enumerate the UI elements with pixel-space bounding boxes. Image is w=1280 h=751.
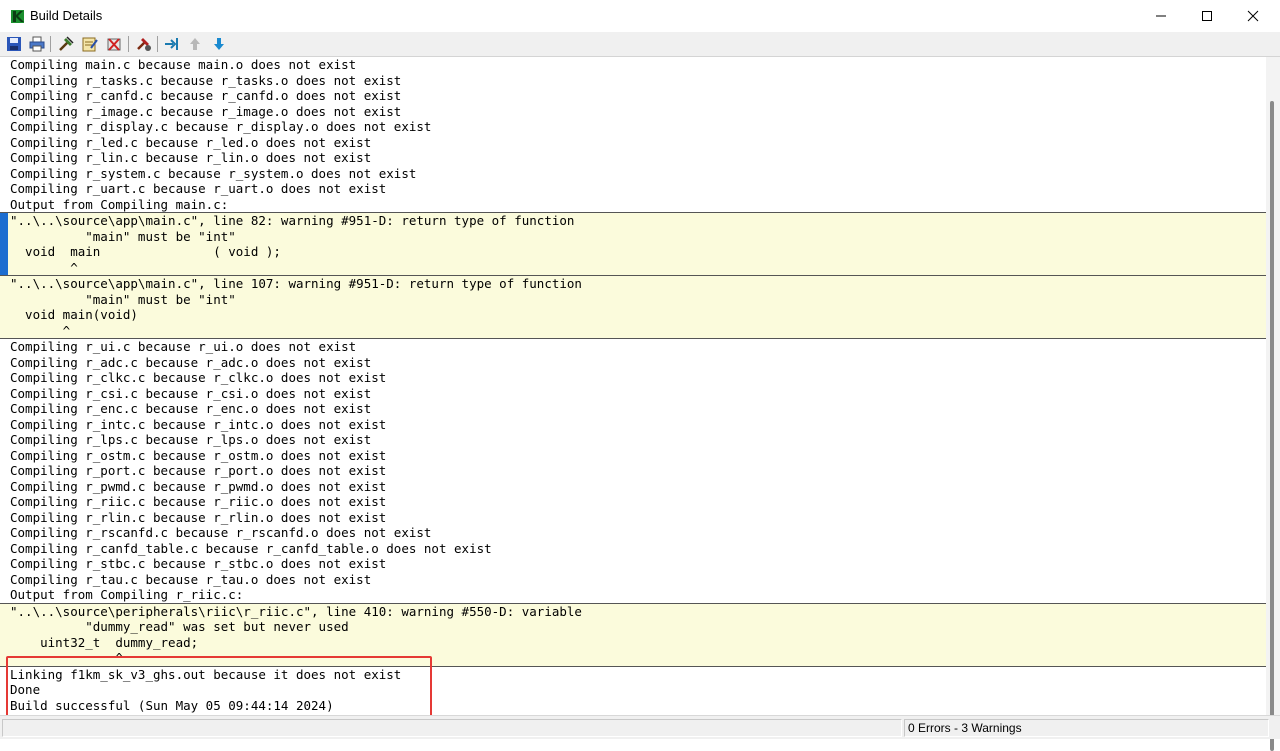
warning-line: "..\..\source\app\main.c", line 82: warn…: [10, 213, 575, 228]
log-line[interactable]: Compiling r_stbc.c because r_stbc.o does…: [0, 556, 1266, 572]
log-line[interactable]: Output from Compiling main.c:: [0, 197, 1266, 213]
warning-line: "..\..\source\app\main.c", line 107: war…: [10, 276, 582, 291]
log-line[interactable]: Compiling r_led.c because r_led.o does n…: [0, 135, 1266, 151]
log-line[interactable]: Compiling r_riic.c because r_riic.o does…: [0, 494, 1266, 510]
build-output[interactable]: Compiling main.c because main.o does not…: [0, 57, 1266, 715]
window-title: Build Details: [30, 8, 103, 23]
clean-button[interactable]: [104, 34, 124, 54]
maximize-button[interactable]: [1184, 0, 1230, 32]
log-group: Compiling main.c because main.o does not…: [0, 57, 1266, 212]
log-line[interactable]: Compiling r_port.c because r_port.o does…: [0, 463, 1266, 479]
print-icon: [29, 36, 45, 52]
goto-icon: [165, 38, 178, 50]
edit-icon: [82, 37, 98, 52]
title-bar: Build Details: [0, 0, 1280, 32]
app-logo-icon: [11, 10, 24, 23]
toolbar: [0, 32, 1280, 57]
close-button[interactable]: [1230, 0, 1276, 32]
status-pane: [2, 719, 902, 737]
log-line[interactable]: Compiling r_intc.c because r_intc.o does…: [0, 417, 1266, 433]
minimize-button[interactable]: [1138, 0, 1184, 32]
warning-block[interactable]: "..\..\source\app\main.c", line 107: war…: [0, 276, 1266, 339]
log-line[interactable]: Compiling r_rlin.c because r_rlin.o does…: [0, 510, 1266, 526]
print-button[interactable]: [27, 34, 47, 54]
warning-line: "main" must be "int": [10, 228, 236, 244]
log-group: Compiling r_ui.c because r_ui.o does not…: [0, 339, 1266, 603]
log-line[interactable]: Compiling r_lin.c because r_lin.o does n…: [0, 150, 1266, 166]
log-line[interactable]: Compiling r_canfd.c because r_canfd.o do…: [0, 88, 1266, 104]
warning-line: void main ( void );: [10, 244, 281, 259]
log-line[interactable]: Compiling r_tasks.c because r_tasks.o do…: [0, 73, 1266, 89]
save-button[interactable]: [4, 34, 24, 54]
warning-line: "..\..\source\peripherals\riic\r_riic.c"…: [10, 603, 582, 619]
log-line[interactable]: Compiling r_uart.c because r_uart.o does…: [0, 181, 1266, 197]
log-line[interactable]: Compiling r_adc.c because r_adc.o does n…: [0, 355, 1266, 371]
save-icon: [7, 37, 21, 51]
warning-line: ^: [10, 259, 78, 275]
log-line[interactable]: Compiling r_tau.c because r_tau.o does n…: [0, 572, 1266, 588]
warning-line: "dummy_read" was set but never used: [10, 619, 349, 634]
status-summary: 0 Errors - 3 Warnings: [904, 719, 1269, 737]
next-error-icon: [214, 38, 224, 50]
toolbar-separator: [50, 36, 51, 52]
toolbar-separator: [128, 36, 129, 52]
log-line[interactable]: Compiling r_canfd_table.c because r_canf…: [0, 541, 1266, 557]
edit-button[interactable]: [80, 34, 100, 54]
minimize-icon: [1156, 15, 1166, 17]
log-line[interactable]: Compiling r_clkc.c because r_clkc.o does…: [0, 370, 1266, 386]
build-icon: [59, 36, 74, 51]
scrollbar-thumb[interactable]: [1270, 101, 1274, 751]
log-line[interactable]: Compiling r_pwmd.c because r_pwmd.o does…: [0, 479, 1266, 495]
log-line[interactable]: Compiling r_lps.c because r_lps.o does n…: [0, 432, 1266, 448]
build-button[interactable]: [56, 34, 76, 54]
log-line[interactable]: Compiling r_csi.c because r_csi.o does n…: [0, 386, 1266, 402]
warning-block-selected[interactable]: "..\..\source\app\main.c", line 82: warn…: [0, 212, 1266, 276]
prev-error-button[interactable]: [185, 34, 205, 54]
prev-error-icon: [190, 38, 200, 50]
close-icon: [1247, 10, 1259, 22]
log-line[interactable]: Compiling r_ui.c because r_ui.o does not…: [0, 339, 1266, 355]
settings-icon: [137, 38, 151, 51]
log-line[interactable]: Compiling main.c because main.o does not…: [0, 57, 1266, 73]
toolbar-separator: [157, 36, 158, 52]
log-line[interactable]: Compiling r_ostm.c because r_ostm.o does…: [0, 448, 1266, 464]
warning-line: ^: [10, 322, 71, 338]
warning-line: uint32_t dummy_read;: [10, 634, 199, 650]
clean-icon: [107, 38, 121, 51]
settings-button[interactable]: [134, 34, 154, 54]
warning-line: "main" must be "int": [10, 291, 236, 307]
vertical-scrollbar[interactable]: [1266, 57, 1280, 751]
warning-line: void main(void): [10, 307, 138, 322]
status-bar: 0 Errors - 3 Warnings: [0, 715, 1280, 739]
log-line[interactable]: Compiling r_display.c because r_display.…: [0, 119, 1266, 135]
log-line[interactable]: Compiling r_enc.c because r_enc.o does n…: [0, 401, 1266, 417]
maximize-icon: [1202, 11, 1212, 21]
goto-button[interactable]: [162, 34, 182, 54]
log-line[interactable]: Compiling r_image.c because r_image.o do…: [0, 104, 1266, 120]
log-line[interactable]: Compiling r_system.c because r_system.o …: [0, 166, 1266, 182]
log-line[interactable]: Compiling r_rscanfd.c because r_rscanfd.…: [0, 525, 1266, 541]
log-line[interactable]: Output from Compiling r_riic.c:: [0, 587, 1266, 603]
next-error-button[interactable]: [209, 34, 229, 54]
